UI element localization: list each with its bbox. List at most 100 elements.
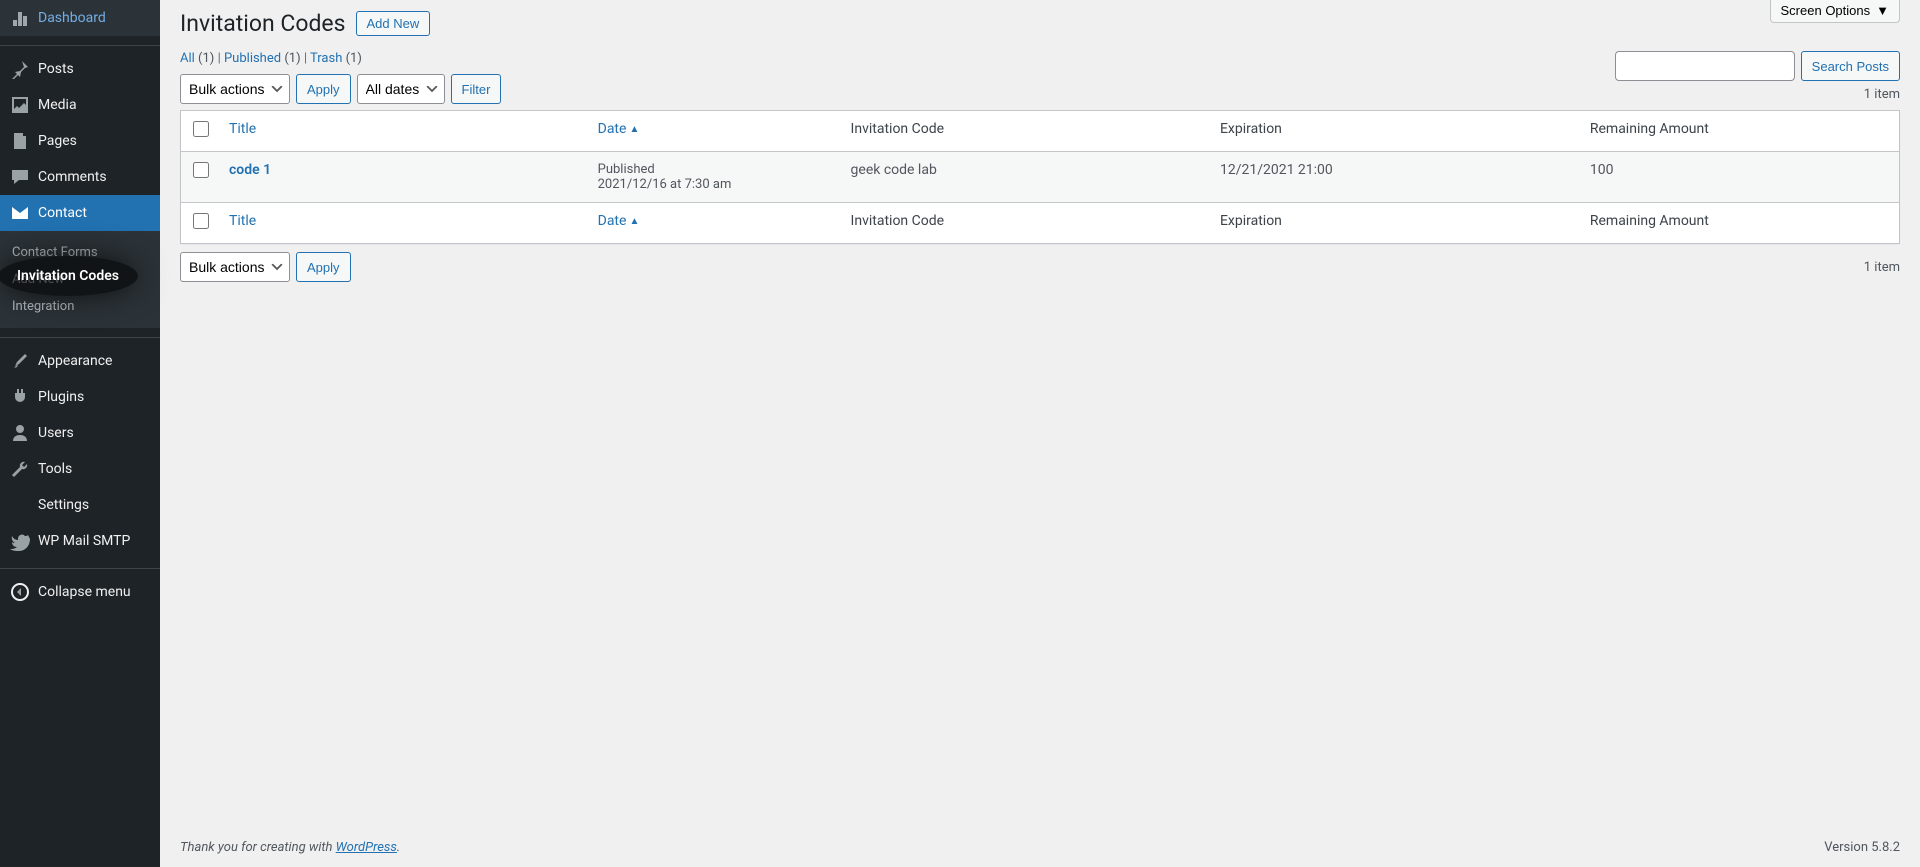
sidebar-item-media[interactable]: Media bbox=[0, 87, 160, 123]
admin-sidebar: Dashboard Posts Media Pages Comments Con… bbox=[0, 0, 160, 867]
wordpress-link[interactable]: WordPress bbox=[336, 840, 397, 855]
bulk-actions-bottom: Bulk actions Apply bbox=[180, 252, 351, 282]
date-filter-select[interactable]: All dates bbox=[357, 74, 445, 104]
col-code: Invitation Code bbox=[841, 111, 1210, 152]
bulk-actions-top: Bulk actions Apply All dates Filter bbox=[180, 74, 501, 104]
tablenav-top: Bulk actions Apply All dates Filter bbox=[180, 74, 501, 104]
sidebar-item-posts[interactable]: Posts bbox=[0, 51, 160, 87]
sidebar-item-label: Media bbox=[38, 97, 77, 113]
comment-icon bbox=[10, 167, 30, 187]
sidebar-item-label: Dashboard bbox=[38, 10, 106, 26]
search-box: Search Posts bbox=[1615, 51, 1900, 81]
row-checkbox[interactable] bbox=[193, 162, 209, 178]
col-code-foot: Invitation Code bbox=[841, 203, 1210, 244]
wrench-icon bbox=[10, 459, 30, 479]
sidebar-item-dashboard[interactable]: Dashboard bbox=[0, 0, 160, 36]
sidebar-item-label: WP Mail SMTP bbox=[38, 533, 130, 549]
sidebar-item-label: Appearance bbox=[38, 353, 112, 369]
row-code: geek code lab bbox=[841, 152, 1210, 203]
filter-trash-count: (1) bbox=[346, 51, 362, 66]
col-remaining: Remaining Amount bbox=[1580, 111, 1900, 152]
screen-options-button[interactable]: Screen Options ▼ bbox=[1770, 0, 1900, 23]
collapse-icon bbox=[10, 582, 30, 602]
sidebar-item-comments[interactable]: Comments bbox=[0, 159, 160, 195]
sidebar-item-label: Collapse menu bbox=[38, 584, 131, 600]
sidebar-item-wp-mail-smtp[interactable]: WP Mail SMTP bbox=[0, 523, 160, 559]
sliders-icon bbox=[10, 495, 30, 515]
row-date-status: Published bbox=[598, 162, 831, 177]
search-input[interactable] bbox=[1615, 51, 1795, 81]
main-content: Screen Options ▼ Invitation Codes Add Ne… bbox=[160, 0, 1920, 867]
filter-published-count: (1) bbox=[284, 51, 300, 66]
filter-all[interactable]: All bbox=[180, 51, 195, 66]
sidebar-item-label: Posts bbox=[38, 61, 74, 77]
sidebar-item-users[interactable]: Users bbox=[0, 415, 160, 451]
sidebar-subitem-integration[interactable]: Integration bbox=[0, 293, 160, 320]
sidebar-item-tools[interactable]: Tools bbox=[0, 451, 160, 487]
sidebar-item-label: Users bbox=[38, 425, 74, 441]
user-icon bbox=[10, 423, 30, 443]
sidebar-item-label: Settings bbox=[38, 497, 89, 513]
col-title-sort[interactable]: Title bbox=[229, 121, 256, 137]
select-all-checkbox-bottom[interactable] bbox=[193, 213, 209, 229]
caret-down-icon: ▼ bbox=[1876, 3, 1889, 18]
sort-asc-icon: ▲ bbox=[629, 124, 639, 135]
posts-table: Title Date ▲ Invitation Code Expiration … bbox=[180, 110, 1900, 244]
sidebar-item-contact[interactable]: Contact bbox=[0, 195, 160, 231]
row-date-line: 2021/12/16 at 7:30 am bbox=[598, 177, 831, 192]
bulk-action-select-bottom[interactable]: Bulk actions bbox=[180, 252, 290, 282]
page-header: Invitation Codes Add New bbox=[180, 10, 1900, 37]
footer-version: Version 5.8.2 bbox=[1824, 840, 1900, 855]
row-remaining: 100 bbox=[1580, 152, 1900, 203]
filter-published[interactable]: Published bbox=[224, 51, 281, 66]
sidebar-item-plugins[interactable]: Plugins bbox=[0, 379, 160, 415]
bird-icon bbox=[10, 531, 30, 551]
screen-options-wrap: Screen Options ▼ bbox=[1770, 0, 1900, 23]
search-button[interactable]: Search Posts bbox=[1801, 51, 1900, 81]
filter-trash[interactable]: Trash bbox=[310, 51, 342, 66]
screen-options-label: Screen Options bbox=[1781, 3, 1871, 18]
page-icon bbox=[10, 131, 30, 151]
sidebar-separator bbox=[0, 333, 160, 338]
sidebar-item-appearance[interactable]: Appearance bbox=[0, 343, 160, 379]
sidebar-item-settings[interactable]: Settings bbox=[0, 487, 160, 523]
footer-thank: Thank you for creating with WordPress. bbox=[180, 840, 400, 855]
sidebar-item-collapse[interactable]: Collapse menu bbox=[0, 574, 160, 610]
sidebar-item-label: Comments bbox=[38, 169, 107, 185]
select-all-checkbox-top[interactable] bbox=[193, 121, 209, 137]
highlight-invitation-codes: Invitation Codes bbox=[0, 256, 138, 296]
nav-right: Search Posts 1 item bbox=[1615, 51, 1900, 102]
row-expiration: 12/21/2021 21:00 bbox=[1210, 152, 1580, 203]
sidebar-item-label: Plugins bbox=[38, 389, 84, 405]
col-expiration: Expiration bbox=[1210, 111, 1580, 152]
col-date-sort[interactable]: Date ▲ bbox=[598, 121, 640, 137]
apply-button-bottom[interactable]: Apply bbox=[296, 252, 351, 282]
admin-footer: Thank you for creating with WordPress. V… bbox=[160, 828, 1920, 867]
sidebar-item-label: Tools bbox=[38, 461, 72, 477]
filter-button[interactable]: Filter bbox=[451, 74, 502, 104]
status-filters: All (1) | Published (1) | Trash (1) bbox=[180, 51, 501, 66]
sidebar-item-pages[interactable]: Pages bbox=[0, 123, 160, 159]
pin-icon bbox=[10, 59, 30, 79]
media-icon bbox=[10, 95, 30, 115]
item-count-top: 1 item bbox=[1864, 87, 1900, 102]
sidebar-separator bbox=[0, 41, 160, 46]
col-expiration-foot: Expiration bbox=[1210, 203, 1580, 244]
row-title-link[interactable]: code 1 bbox=[229, 162, 271, 178]
tablenav-bottom: Bulk actions Apply 1 item bbox=[180, 252, 1900, 282]
dashboard-icon bbox=[10, 8, 30, 28]
filter-all-count: (1) bbox=[198, 51, 214, 66]
brush-icon bbox=[10, 351, 30, 371]
bulk-action-select[interactable]: Bulk actions bbox=[180, 74, 290, 104]
mail-icon bbox=[10, 203, 30, 223]
col-date-sort-foot[interactable]: Date ▲ bbox=[598, 213, 640, 229]
plug-icon bbox=[10, 387, 30, 407]
apply-button[interactable]: Apply bbox=[296, 74, 351, 104]
page-title: Invitation Codes bbox=[180, 10, 346, 37]
add-new-button[interactable]: Add New bbox=[356, 11, 431, 36]
table-row: code 1 Published 2021/12/16 at 7:30 am g… bbox=[181, 152, 1900, 203]
sidebar-item-label: Contact bbox=[38, 205, 87, 221]
col-title-sort-foot[interactable]: Title bbox=[229, 213, 256, 229]
sort-asc-icon: ▲ bbox=[629, 216, 639, 227]
sidebar-item-label: Pages bbox=[38, 133, 77, 149]
